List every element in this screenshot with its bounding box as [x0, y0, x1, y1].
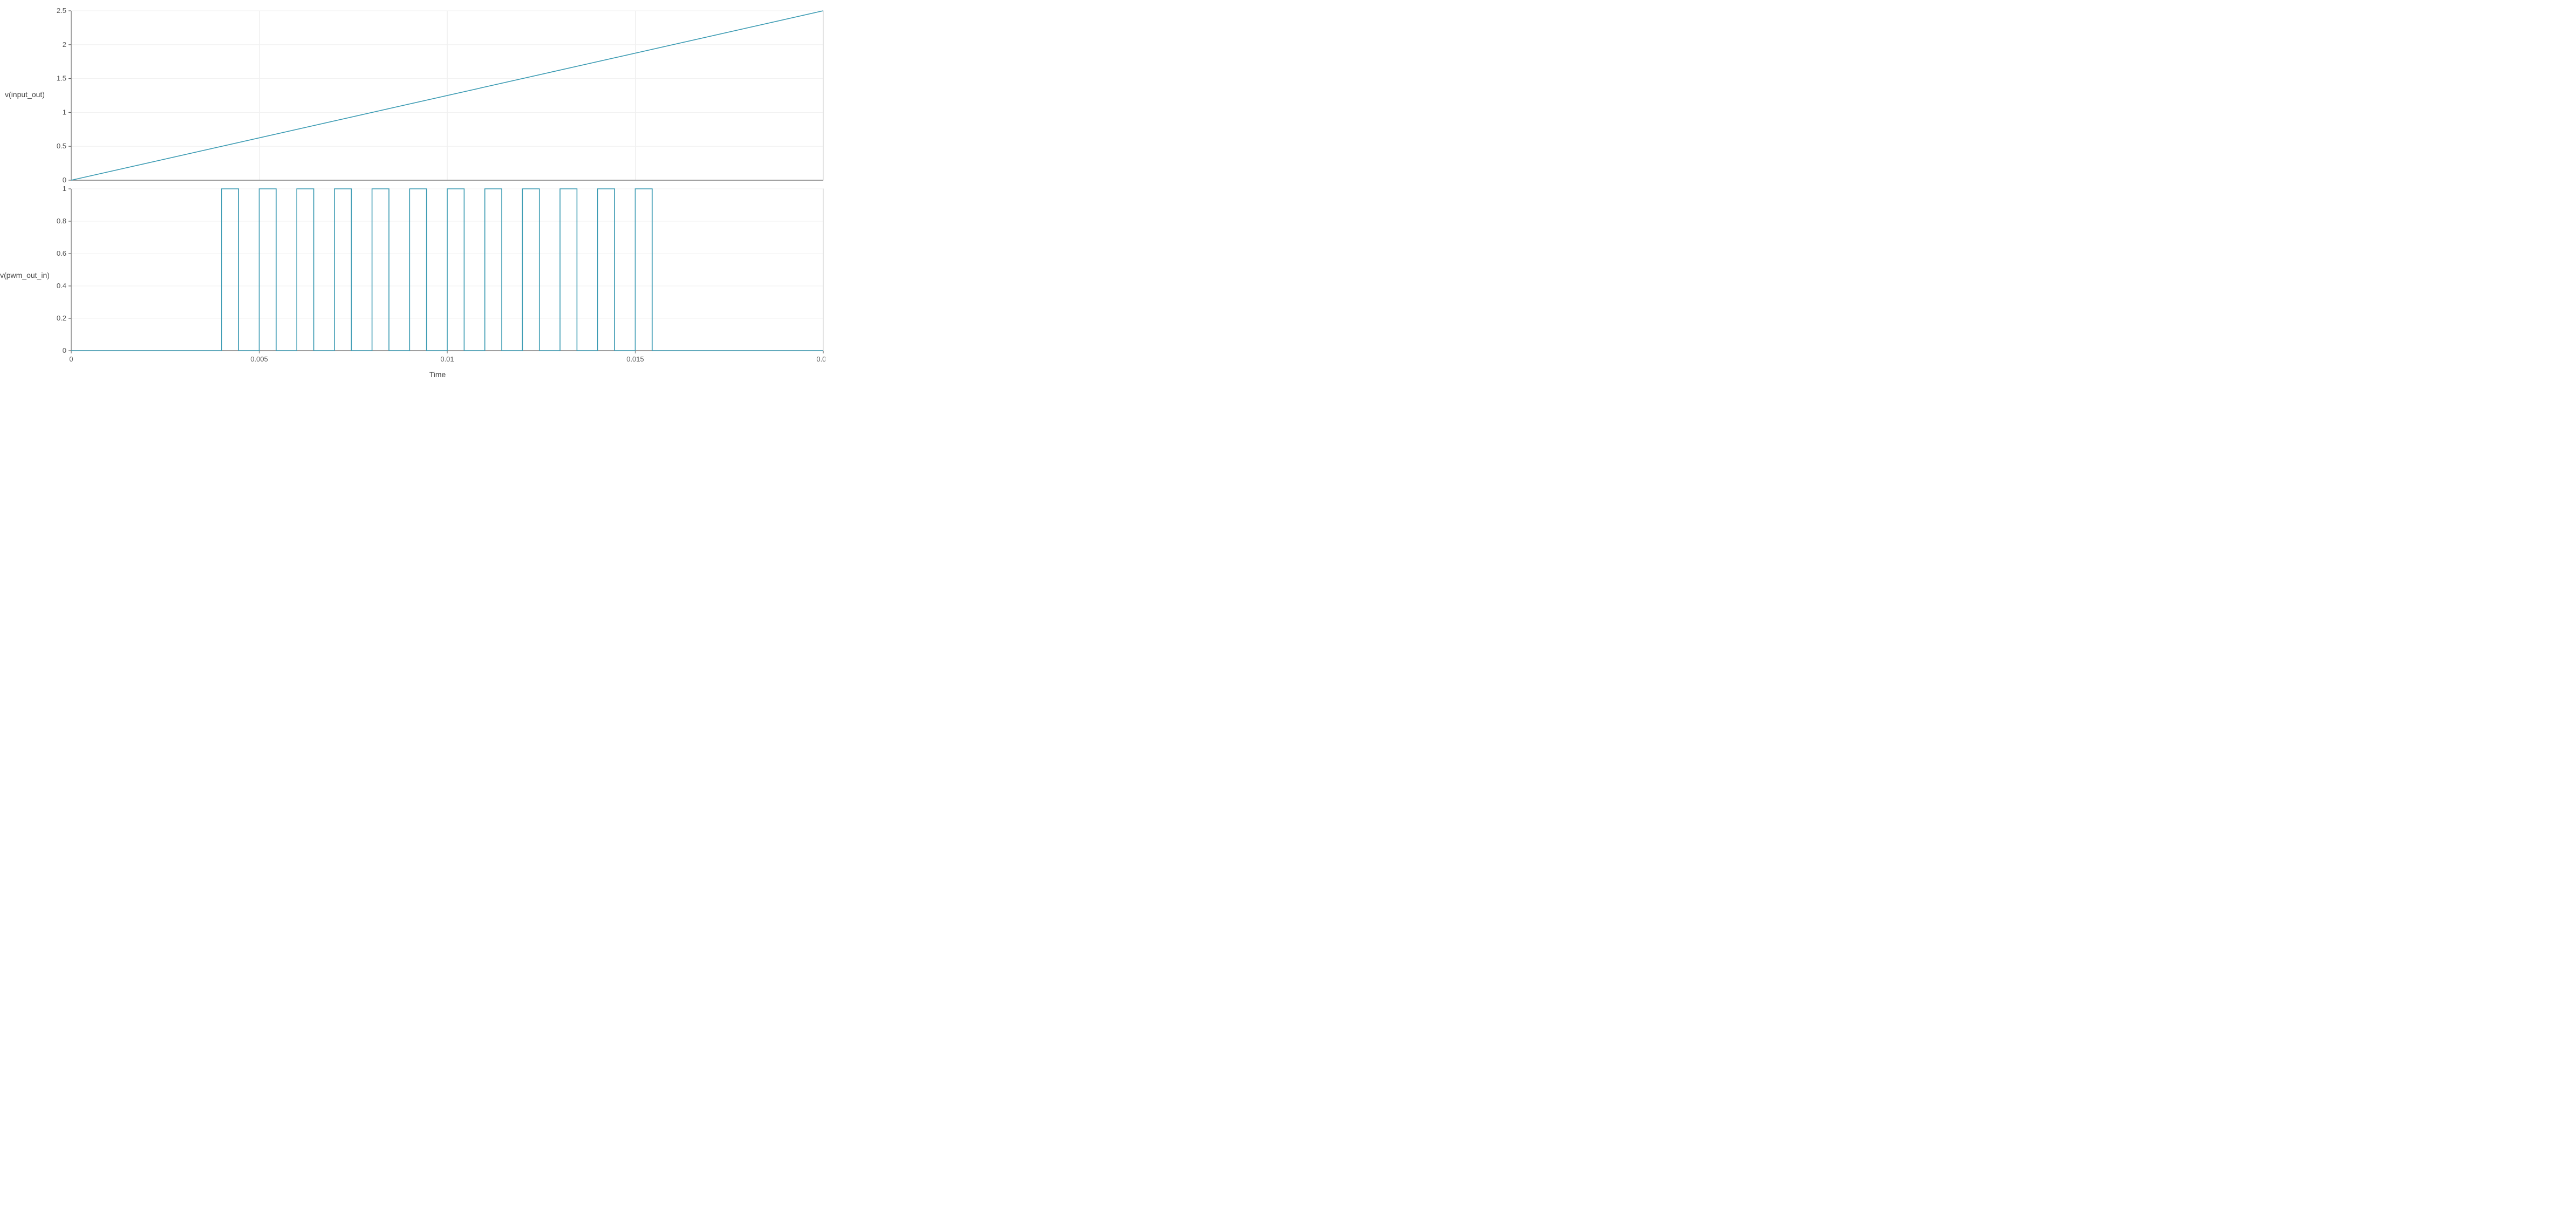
svg-text:0.01: 0.01 — [440, 355, 454, 363]
svg-text:0: 0 — [63, 176, 66, 183]
chart-row-1: v(input_out) 0 0.5 1 1.5 2 2.5 — [0, 5, 825, 183]
svg-text:2.5: 2.5 — [57, 6, 66, 15]
svg-text:0.02: 0.02 — [816, 355, 825, 363]
svg-text:1: 1 — [63, 185, 66, 193]
chart-row-2: v(pwm_out_in) 0 0.2 0.4 0.6 0.8 1 0 0.005 0.01 0.… — [0, 183, 825, 367]
x-axis-label-text: Time — [429, 370, 446, 379]
ylabel-1-text: v(input_out) — [5, 90, 45, 99]
svg-text:0.8: 0.8 — [57, 217, 66, 225]
x-axis-label: Time — [50, 370, 825, 379]
svg-text:0.005: 0.005 — [250, 355, 268, 363]
svg-text:0.2: 0.2 — [57, 314, 66, 322]
ylabel-2: v(pwm_out_in) — [0, 183, 50, 367]
svg-text:2: 2 — [63, 40, 66, 49]
ylabel-2-text: v(pwm_out_in) — [0, 271, 50, 279]
svg-text:1.5: 1.5 — [57, 74, 66, 83]
chart-1[interactable]: 0 0.5 1 1.5 2 2.5 — [50, 5, 825, 183]
chart-container: v(input_out) 0 0.5 1 1.5 2 2.5 v(pwm_out_in) … — [0, 0, 831, 390]
svg-text:0: 0 — [63, 346, 66, 354]
svg-text:0: 0 — [69, 355, 73, 363]
svg-text:0.015: 0.015 — [626, 355, 644, 363]
svg-text:0.4: 0.4 — [57, 282, 66, 290]
svg-text:1: 1 — [63, 108, 66, 116]
ylabel-1: v(input_out) — [0, 5, 50, 183]
svg-text:0.6: 0.6 — [57, 249, 66, 257]
svg-text:0.5: 0.5 — [57, 142, 66, 150]
chart-2[interactable]: 0 0.2 0.4 0.6 0.8 1 0 0.005 0.01 0.015 0.02 — [50, 183, 825, 367]
